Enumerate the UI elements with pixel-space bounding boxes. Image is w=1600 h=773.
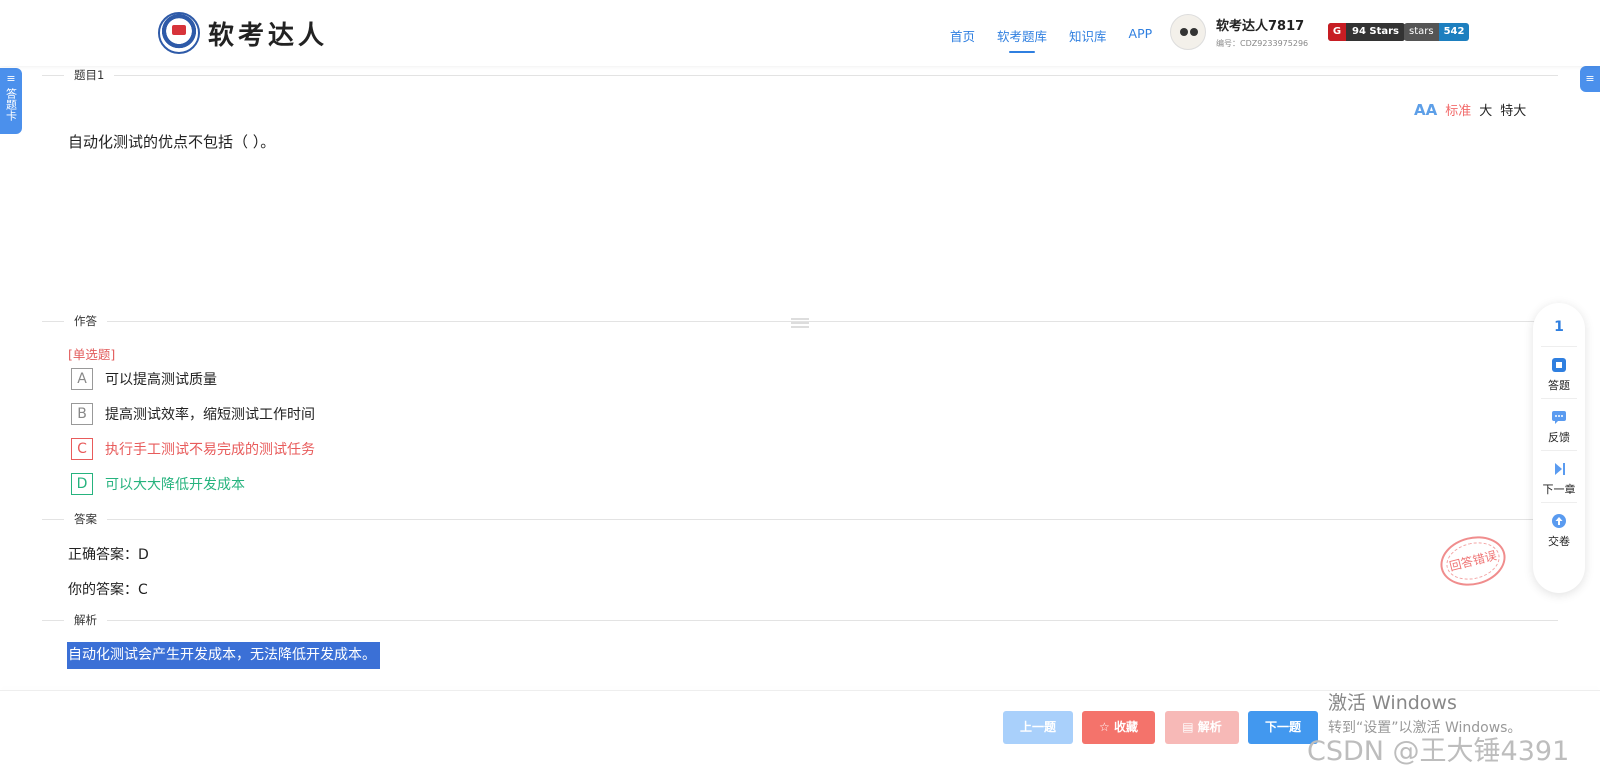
csdn-watermark: CSDN @王大锤4391 [1307,736,1570,767]
user-id: 编号：CDZ9233975296 [1216,39,1309,48]
section-label-answer-area: 作答 [64,315,107,327]
watermark-title: 激活 Windows [1328,692,1457,714]
section-label-answer: 答案 [64,513,107,525]
favorite-button[interactable]: ☆ 收藏 [1082,711,1155,744]
your-answer-value: C [138,582,148,598]
option-text: 提高测试效率，缩短测试工作时间 [105,407,315,423]
nav-home[interactable]: 首页 [950,26,975,45]
section-explanation-header: 解析 [42,614,1558,626]
option-text: 执行手工测试不易完成的测试任务 [105,442,315,458]
submit-button[interactable]: 交卷 [1541,503,1577,555]
logo-text: 软考达人 [208,20,329,51]
feedback-label: 反馈 [1548,431,1570,444]
github-stars-badge[interactable]: stars 542 [1404,23,1470,41]
section-question-header: 题目1 [42,69,1558,81]
font-size-standard[interactable]: 标准 [1445,100,1471,119]
correct-answer: 正确答案：D [68,544,149,564]
next-chapter-icon [1555,463,1565,475]
site-header: 软考达人 首页 软考题库 知识库 APP 软考达人7817 编号：CDZ9233… [0,0,1600,66]
font-size-xlarge[interactable]: 特大 [1500,100,1526,119]
option-letter: A [71,368,93,390]
explanation-button[interactable]: ▤ 解析 [1165,711,1239,744]
option-b[interactable]: B 提高测试效率，缩短测试工作时间 [71,402,315,426]
answer-sheet-label: 答题 [1548,379,1570,392]
user-profile[interactable]: 软考达人7817 编号：CDZ9233975296 [1170,14,1308,50]
font-size-large[interactable]: 大 [1479,100,1492,119]
correct-answer-value: D [138,547,149,563]
answer-sheet-icon [1552,358,1566,372]
your-answer-label: 你的答案： [68,582,138,598]
gitee-icon: G [1328,23,1346,41]
floating-action-panel: 1 答题 反馈 下一章 交卷 [1533,303,1585,593]
logo-emblem-icon [158,12,200,54]
correct-answer-label: 正确答案： [68,547,138,563]
prev-question-button[interactable]: 上一题 [1003,711,1073,744]
section-answer-header: 答案 [42,513,1558,525]
github-stars-count: 542 [1438,23,1470,41]
option-text: 可以大大降低开发成本 [105,477,245,493]
option-d[interactable]: D 可以大大降低开发成本 [71,472,245,496]
avatar[interactable] [1170,14,1206,50]
user-name: 软考达人7817 [1216,19,1305,34]
option-text: 可以提高测试质量 [105,372,217,388]
option-letter: B [71,403,93,425]
gitee-stars-text: 94 Stars [1346,23,1406,41]
option-a[interactable]: A 可以提高测试质量 [71,367,217,391]
explanation-text: 自动化测试会产生开发成本，无法降低开发成本。 [67,642,380,669]
section-label-question: 题目1 [64,69,115,81]
nav-app[interactable]: APP [1129,26,1153,45]
nav-question-bank[interactable]: 软考题库 [997,26,1047,53]
nav-knowledge-base[interactable]: 知识库 [1069,26,1107,45]
resize-handle-icon[interactable] [791,318,809,330]
question-text: 自动化测试的优点不包括（ ）。 [68,133,276,151]
question-number[interactable]: 1 [1541,303,1577,347]
answer-card-tab[interactable]: ≡ 答题卡 [0,68,22,134]
answer-card-label: 答题卡 [4,88,18,121]
option-letter: C [71,438,93,460]
wrong-answer-stamp: 回答错误 [1435,529,1511,593]
menu-icon: ≡ [1585,72,1595,85]
submit-label: 交卷 [1548,535,1570,548]
site-logo[interactable]: 软考达人 [158,12,328,54]
answer-sheet-button[interactable]: 答题 [1541,347,1577,399]
your-answer: 你的答案：C [68,579,148,599]
next-chapter-label: 下一章 [1542,483,1576,496]
font-size-icon: AA [1414,100,1438,119]
option-letter: D [71,473,93,495]
feedback-button[interactable]: 反馈 [1541,399,1577,451]
option-c[interactable]: C 执行手工测试不易完成的测试任务 [71,437,315,461]
submit-icon [1552,514,1566,528]
font-size-switcher: AA 标准 大 特大 [1414,100,1534,120]
question-type: [单选题] [68,347,116,362]
section-label-explanation: 解析 [64,614,107,626]
gitee-stars-badge[interactable]: G 94 Stars [1328,23,1406,41]
feedback-icon [1552,411,1566,424]
main-nav: 首页 软考题库 知识库 APP [950,26,1174,53]
right-menu-tab[interactable]: ≡ [1580,66,1600,92]
menu-icon: ≡ [6,72,16,85]
github-stars-label: stars [1404,23,1439,41]
next-chapter-button[interactable]: 下一章 [1541,451,1577,503]
